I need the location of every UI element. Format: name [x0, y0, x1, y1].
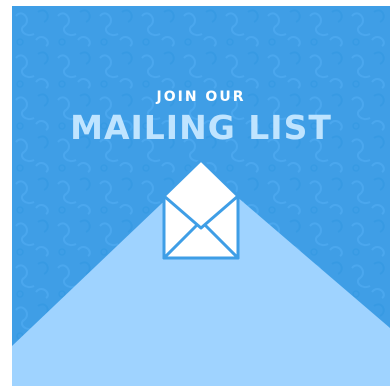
banner-panel: JOIN OUR MAILING LIST: [12, 6, 390, 386]
newsletter-banner: JOIN OUR MAILING LIST: [0, 0, 390, 391]
envelope-open-icon: [162, 158, 240, 260]
headline-text: MAILING LIST: [70, 108, 332, 147]
eyebrow-text: JOIN OUR: [156, 89, 246, 105]
